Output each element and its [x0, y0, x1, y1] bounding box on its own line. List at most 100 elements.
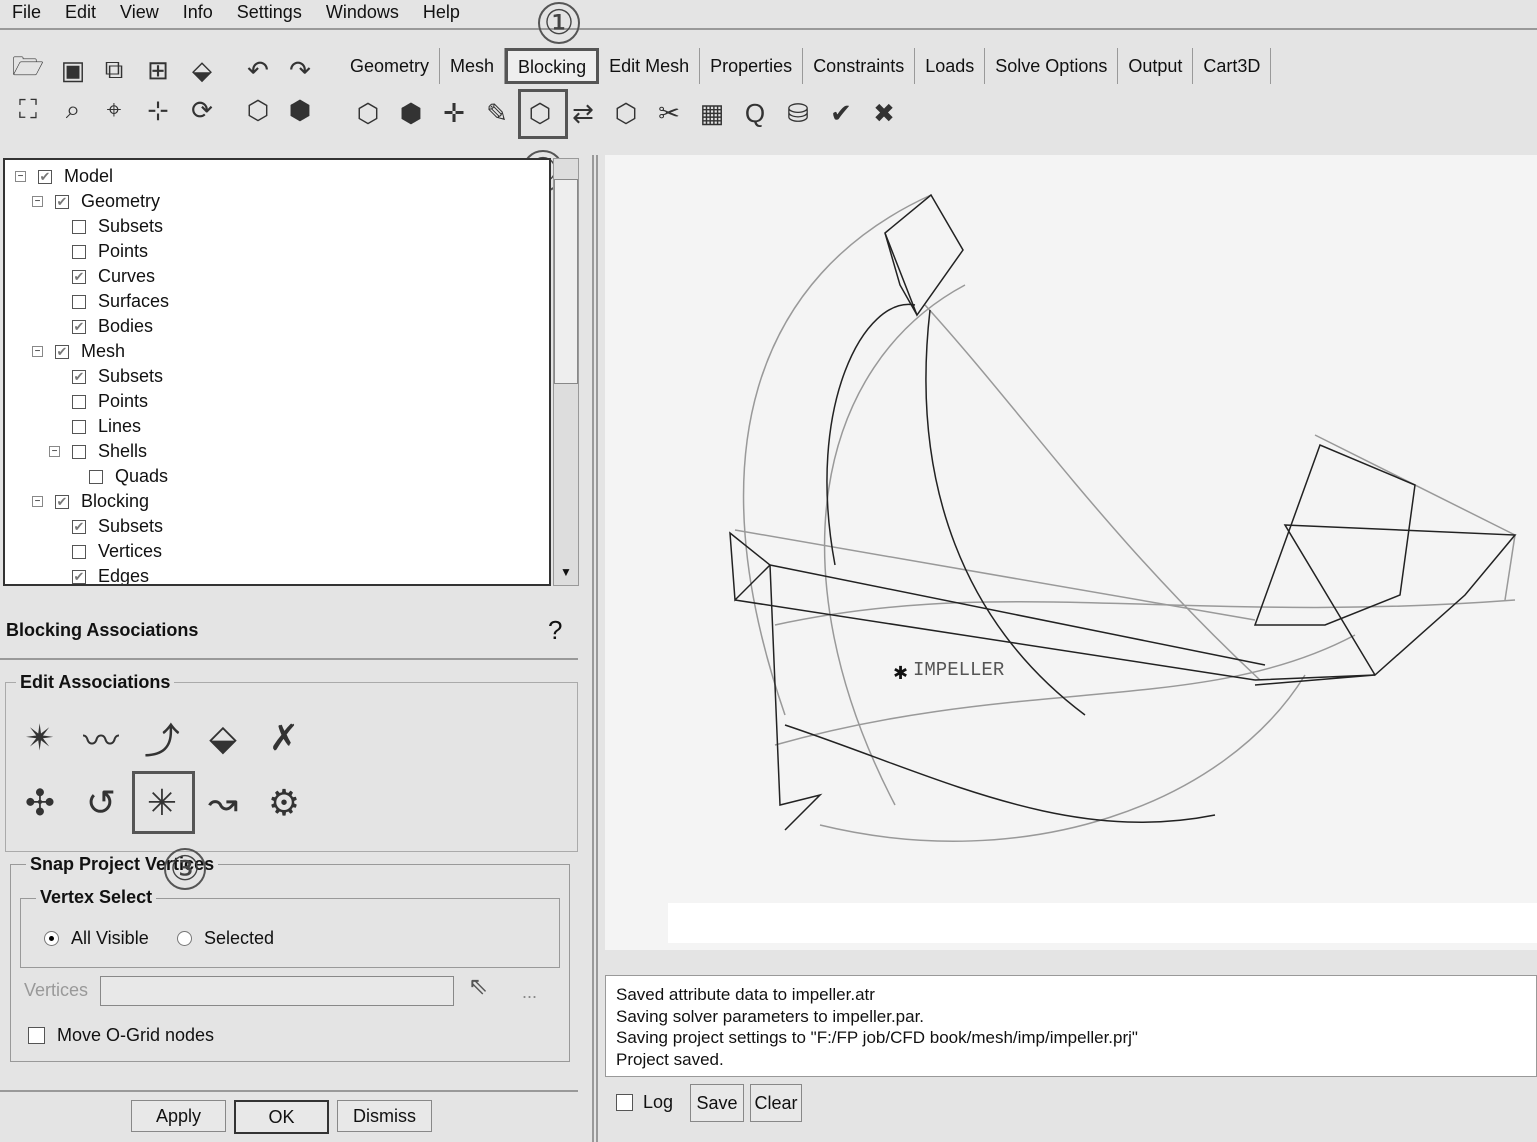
tree-item[interactable]: −Lines [49, 414, 141, 439]
associate-vertex-icon[interactable]: ✴ [12, 710, 68, 766]
open-icon[interactable]: 🗁 [10, 51, 46, 88]
clear-log-button[interactable]: Clear [750, 1084, 802, 1122]
radio-selected[interactable]: Selected [177, 928, 274, 949]
tree-item[interactable]: −Surfaces [49, 289, 169, 314]
split-block-icon[interactable]: ⬢ [393, 95, 429, 131]
vertices-input[interactable] [100, 976, 454, 1006]
menu-help[interactable]: Help [411, 0, 472, 28]
menu-windows[interactable]: Windows [314, 0, 411, 28]
ok-button[interactable]: OK [234, 1100, 329, 1134]
transform-blocks-icon[interactable]: ⬡ [608, 95, 644, 131]
collapse-icon[interactable]: − [49, 446, 60, 457]
tree-item[interactable]: − ✔ Mesh [32, 339, 125, 364]
tree-item[interactable]: −✔Subsets [49, 364, 163, 389]
fit-window-icon[interactable]: ⛶ [10, 92, 46, 128]
visibility-checkbox[interactable] [72, 419, 86, 434]
tree-item[interactable]: −Points [49, 389, 148, 414]
set-location-icon[interactable]: ✣ [12, 775, 68, 831]
associate-face-icon[interactable]: ⬙ [195, 710, 251, 766]
tab-geometry[interactable]: Geometry [340, 48, 441, 84]
update-association-icon[interactable]: ↝ [195, 775, 251, 831]
visibility-checkbox[interactable] [89, 469, 103, 484]
disassociate-icon[interactable]: ✗ [256, 710, 312, 766]
import-geometry-icon[interactable]: ⧉ [96, 52, 132, 88]
wireframe-icon[interactable]: ⬡ [240, 92, 276, 128]
visibility-checkbox[interactable]: ✔ [72, 569, 86, 584]
tree-item[interactable]: − ✔ Model [15, 164, 113, 189]
tree-item[interactable]: − Shells [49, 439, 147, 464]
extrude-faces-icon[interactable]: ⛁ [780, 95, 816, 131]
undo-icon[interactable]: ↶ [240, 52, 276, 88]
tab-blocking[interactable]: Blocking [505, 48, 600, 84]
tree-item[interactable]: −✔Curves [49, 264, 155, 289]
tree-item[interactable]: −✔Bodies [49, 314, 153, 339]
visibility-checkbox[interactable]: ✔ [72, 519, 86, 534]
menu-edit[interactable]: Edit [53, 0, 108, 28]
visibility-checkbox[interactable]: ✔ [55, 494, 69, 509]
graphics-viewport[interactable]: ✱ IMPELLER [605, 155, 1537, 950]
tree-scrollbar[interactable]: ▼ [553, 158, 579, 586]
group-curves-icon[interactable]: ⚙ [256, 775, 312, 831]
log-checkbox[interactable]: Log [616, 1092, 673, 1113]
visibility-checkbox[interactable]: ✔ [72, 369, 86, 384]
tab-cart3d[interactable]: Cart3D [1193, 48, 1272, 84]
associate-edge-surface-icon[interactable]: ⤴ [134, 710, 190, 766]
tab-properties[interactable]: Properties [700, 48, 804, 84]
tree-item[interactable]: −Vertices [49, 539, 162, 564]
import-mesh-icon[interactable]: ⊞ [140, 52, 176, 88]
menu-view[interactable]: View [108, 0, 171, 28]
help-icon[interactable]: ? [548, 615, 562, 646]
visibility-checkbox[interactable]: ✔ [55, 194, 69, 209]
collapse-icon[interactable]: − [15, 171, 26, 182]
tab-output[interactable]: Output [1118, 48, 1194, 84]
lcs-icon[interactable]: ⊹ [140, 92, 176, 128]
refresh-icon[interactable]: ⟳ [184, 92, 220, 128]
tab-edit-mesh[interactable]: Edit Mesh [599, 48, 701, 84]
visibility-checkbox[interactable] [72, 544, 86, 559]
scroll-down-icon[interactable]: ▼ [554, 565, 578, 585]
move-ogrid-checkbox[interactable]: Move O-Grid nodes [28, 1025, 214, 1046]
collapse-icon[interactable]: − [32, 346, 43, 357]
visibility-checkbox[interactable] [72, 394, 86, 409]
edit-edge-icon[interactable]: ✂ [651, 95, 687, 131]
collapse-icon[interactable]: − [32, 196, 43, 207]
collapse-icon[interactable]: − [32, 496, 43, 507]
tree-item[interactable]: − ✔ Blocking [32, 489, 149, 514]
reset-association-icon[interactable]: ↺ [73, 775, 129, 831]
visibility-checkbox[interactable] [72, 219, 86, 234]
select-cursor-icon[interactable]: ⇖ [468, 972, 488, 1001]
visibility-checkbox[interactable]: ✔ [55, 344, 69, 359]
tree-item[interactable]: −Points [49, 239, 148, 264]
import-blocking-icon[interactable]: ⬙ [184, 52, 220, 88]
zoom-box-icon[interactable]: ⌕ [55, 92, 91, 128]
delete-block-icon[interactable]: ✖ [866, 95, 902, 131]
tree-item[interactable]: −Subsets [49, 214, 163, 239]
visibility-checkbox[interactable]: ✔ [72, 269, 86, 284]
solid-icon[interactable]: ⬢ [282, 92, 318, 128]
visibility-checkbox[interactable] [72, 444, 86, 459]
move-vertex-icon[interactable]: ⇄ [565, 95, 601, 131]
redo-icon[interactable]: ↷ [282, 52, 318, 88]
radio-all-visible[interactable]: All Visible [44, 928, 149, 949]
measure-icon[interactable]: ⌖ [96, 92, 132, 128]
tree-item[interactable]: −✔Edges [49, 564, 149, 584]
visibility-checkbox[interactable] [72, 244, 86, 259]
tree-item[interactable]: −✔Subsets [49, 514, 163, 539]
tab-solve-options[interactable]: Solve Options [985, 48, 1119, 84]
menu-info[interactable]: Info [171, 0, 225, 28]
associate-edge-curve-icon[interactable]: 〰 [73, 710, 129, 766]
visibility-checkbox[interactable]: ✔ [72, 319, 86, 334]
save-log-button[interactable]: Save [690, 1084, 744, 1122]
edit-block-icon[interactable]: ✎ [479, 95, 515, 131]
quality-icon[interactable]: Q [737, 95, 773, 131]
tab-loads[interactable]: Loads [915, 48, 986, 84]
save-icon[interactable]: ▣ [55, 52, 91, 88]
dismiss-button[interactable]: Dismiss [337, 1100, 432, 1132]
visibility-checkbox[interactable] [72, 294, 86, 309]
tree-item[interactable]: − ✔ Geometry [32, 189, 160, 214]
check-blocks-icon[interactable]: ✔ [823, 95, 859, 131]
visibility-checkbox[interactable]: ✔ [38, 169, 52, 184]
tab-constraints[interactable]: Constraints [803, 48, 916, 84]
pre-mesh-params-icon[interactable]: ▦ [694, 95, 730, 131]
create-block-icon[interactable]: ⬡ [350, 95, 386, 131]
